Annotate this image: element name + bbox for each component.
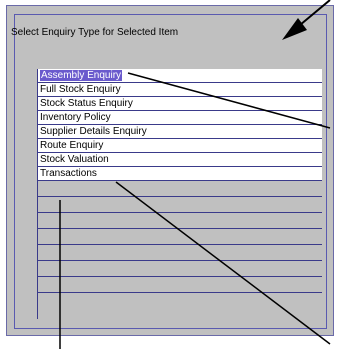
empty-list-row bbox=[38, 229, 322, 245]
dialog-prompt: Select Enquiry Type for Selected Item bbox=[11, 27, 179, 38]
enquiry-type-list[interactable]: Assembly Enquiry Full Stock Enquiry Stoc… bbox=[37, 69, 322, 319]
list-item-label: Route Enquiry bbox=[40, 140, 104, 151]
list-item-stock-valuation[interactable]: Stock Valuation bbox=[38, 153, 322, 167]
list-item-assembly-enquiry[interactable]: Assembly Enquiry bbox=[38, 69, 322, 83]
list-item-stock-status-enquiry[interactable]: Stock Status Enquiry bbox=[38, 97, 322, 111]
empty-list-row bbox=[38, 197, 322, 213]
list-item-label: Supplier Details Enquiry bbox=[40, 126, 147, 137]
list-item-label: Assembly Enquiry bbox=[40, 70, 123, 81]
list-item-label: Inventory Policy bbox=[40, 112, 111, 123]
list-item-full-stock-enquiry[interactable]: Full Stock Enquiry bbox=[38, 83, 322, 97]
empty-list-row bbox=[38, 277, 322, 293]
list-item-label: Transactions bbox=[40, 168, 97, 179]
list-item-label: Stock Status Enquiry bbox=[40, 98, 133, 109]
empty-list-row bbox=[38, 181, 322, 197]
empty-list-row bbox=[38, 261, 322, 277]
list-item-supplier-details-enquiry[interactable]: Supplier Details Enquiry bbox=[38, 125, 322, 139]
list-item-transactions[interactable]: Transactions bbox=[38, 167, 322, 181]
enquiry-type-dialog: Select Enquiry Type for Selected Item As… bbox=[6, 5, 334, 336]
empty-list-row bbox=[38, 213, 322, 229]
screenshot-stage: Select Enquiry Type for Selected Item As… bbox=[0, 0, 346, 349]
empty-list-row bbox=[38, 245, 322, 261]
list-item-label: Stock Valuation bbox=[40, 154, 109, 165]
list-item-inventory-policy[interactable]: Inventory Policy bbox=[38, 111, 322, 125]
list-item-label: Full Stock Enquiry bbox=[40, 84, 121, 95]
list-item-route-enquiry[interactable]: Route Enquiry bbox=[38, 139, 322, 153]
